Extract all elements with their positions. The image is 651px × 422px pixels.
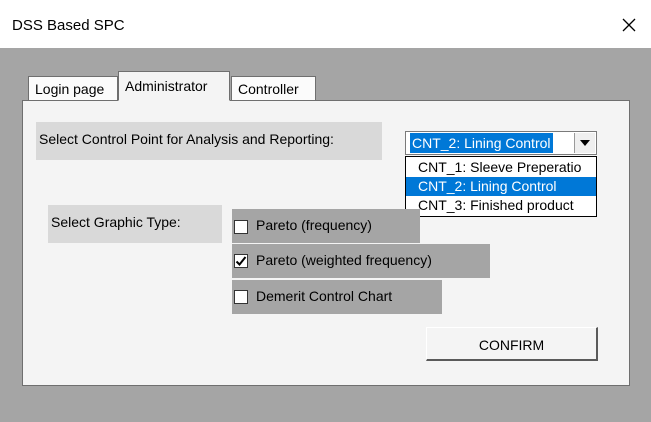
close-icon bbox=[622, 18, 636, 32]
control-point-dropdown-list: CNT_1: Sleeve Preperatio CNT_2: Lining C… bbox=[405, 156, 597, 217]
demerit-control-chart-option[interactable]: Demerit Control Chart bbox=[232, 280, 442, 314]
pareto-frequency-checkbox[interactable] bbox=[234, 220, 248, 234]
tab-administrator[interactable]: Administrator bbox=[118, 71, 230, 101]
tab-login-page[interactable]: Login page bbox=[28, 76, 118, 100]
pareto-weighted-frequency-option[interactable]: Pareto (weighted frequency) bbox=[232, 244, 490, 278]
graphic-type-label: Select Graphic Type: bbox=[51, 214, 181, 230]
close-button[interactable] bbox=[612, 8, 646, 42]
dropdown-option-cnt2[interactable]: CNT_2: Lining Control bbox=[406, 177, 596, 196]
demerit-control-chart-checkbox[interactable] bbox=[234, 290, 248, 304]
graphic-type-label-box: Select Graphic Type: bbox=[48, 205, 222, 243]
chevron-down-icon bbox=[580, 140, 590, 146]
checkmark-icon bbox=[235, 256, 247, 266]
pareto-weighted-frequency-checkbox[interactable] bbox=[234, 254, 248, 268]
confirm-button[interactable]: CONFIRM bbox=[426, 327, 598, 361]
dropdown-option-cnt1[interactable]: CNT_1: Sleeve Preperatio bbox=[406, 158, 596, 177]
pareto-frequency-option[interactable]: Pareto (frequency) bbox=[232, 209, 420, 243]
pareto-frequency-label: Pareto (frequency) bbox=[256, 217, 372, 233]
dropdown-option-cnt3[interactable]: CNT_3: Finished product bbox=[406, 196, 596, 215]
control-point-select[interactable]: CNT_2: Lining Control bbox=[405, 131, 597, 155]
demerit-control-chart-label: Demerit Control Chart bbox=[256, 288, 393, 304]
pareto-weighted-frequency-label: Pareto (weighted frequency) bbox=[256, 252, 432, 268]
control-point-selected-value: CNT_2: Lining Control bbox=[410, 133, 553, 153]
dropdown-arrow-button[interactable] bbox=[574, 133, 595, 153]
title-bar: DSS Based SPC bbox=[0, 0, 651, 48]
tab-controller[interactable]: Controller bbox=[231, 76, 316, 100]
control-point-label-box: Select Control Point for Analysis and Re… bbox=[36, 122, 382, 160]
window-title: DSS Based SPC bbox=[12, 17, 125, 34]
control-point-label: Select Control Point for Analysis and Re… bbox=[39, 131, 334, 147]
